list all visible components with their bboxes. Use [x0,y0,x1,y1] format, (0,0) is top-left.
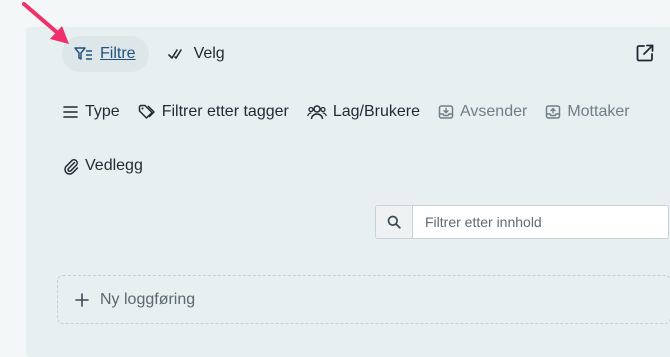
toolbar: Filtre Velg [62,36,225,72]
filter-chip-attachment[interactable]: Vedlegg [63,157,143,175]
filter-chip-type[interactable]: Type [63,103,120,121]
content-search [375,205,669,239]
filter-toggle-label: Filtre [100,45,136,62]
external-link-icon[interactable] [635,43,655,63]
select-label: Velg [193,45,225,62]
filter-chip-teams-users[interactable]: Lag/Brukere [307,103,420,121]
annotation-arrow-icon [22,2,69,44]
search-button[interactable] [376,206,413,238]
paperclip-icon [64,159,79,175]
select-button[interactable]: Velg [167,45,225,63]
list-icon [63,106,78,118]
filter-toggle-button[interactable]: Filtre [62,36,149,72]
filter-chip-label: Mottaker [567,103,630,120]
filter-chip-recipient[interactable]: Mottaker [545,103,630,121]
filter-chip-label: Avsender [460,103,528,120]
tag-icon [138,104,155,119]
filter-chip-label: Vedlegg [85,157,143,174]
filter-chip-sender[interactable]: Avsender [438,103,527,121]
inbox-up-icon [546,105,561,119]
new-log-entry-button[interactable]: Ny loggføring [57,275,670,324]
plus-icon [75,292,89,307]
filter-icon [74,47,92,60]
filter-chip-tags[interactable]: Filtrer etter tagger [138,103,289,121]
inbox-down-icon [438,105,454,119]
double-check-icon [167,49,182,59]
search-input[interactable] [413,206,668,238]
filter-chip-label: Lag/Brukere [332,103,421,120]
filter-chips: Type Filtrer etter tagger Lag/Brukere Av… [63,100,630,124]
new-log-entry-label: Ny loggføring [100,290,196,308]
filter-chip-label: Filtrer etter tagger [161,103,289,120]
filter-chip-label: Type [85,103,120,120]
search-icon [387,215,401,229]
users-icon [307,105,327,120]
